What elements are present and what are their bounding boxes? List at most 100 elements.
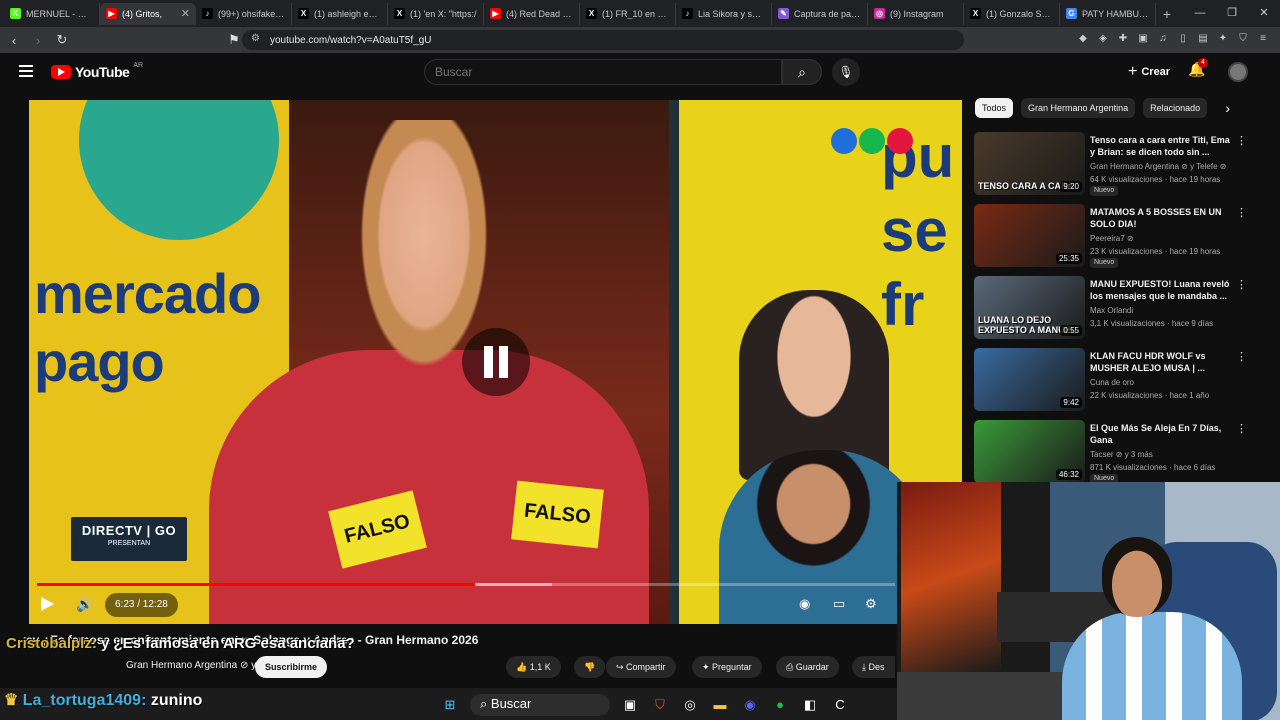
extension-icon[interactable]: ✚ (1116, 32, 1130, 46)
app-icon[interactable]: C (830, 695, 850, 715)
more-options-icon[interactable]: ⋮ (1236, 134, 1247, 147)
recommendation-channel[interactable]: Peereira7 ⊘ (1090, 234, 1134, 243)
recommendation-title[interactable]: KLAN FACU HDR WOLF vs MUSHER ALEJO MUSA … (1090, 350, 1230, 374)
autoplay-toggle-icon[interactable]: ◉ (799, 596, 810, 612)
youtube-logo[interactable]: YouTube AR (51, 62, 143, 80)
forward-icon[interactable]: › (28, 33, 48, 48)
extension-icon[interactable]: ▣ (1136, 32, 1150, 46)
recommendation-title[interactable]: El Que Más Se Aleja En 7 Días, Gana (1090, 422, 1230, 446)
wallet-icon[interactable]: ▤ (1196, 32, 1210, 46)
more-options-icon[interactable]: ⋮ (1236, 350, 1247, 363)
progress-bar[interactable] (37, 583, 895, 586)
more-options-icon[interactable]: ⋮ (1236, 206, 1247, 219)
recommendation-item[interactable]: 25:35 MATAMOS A 5 BOSSES EN UN SOLO DIA! P… (974, 204, 1254, 268)
chevron-right-icon[interactable]: › (1225, 100, 1230, 116)
discord-icon[interactable]: ◉ (740, 695, 760, 715)
browser-tab[interactable]: X (1) FR_10 en X: "( (580, 2, 676, 25)
search-button[interactable]: ⌕ (782, 59, 822, 85)
windows-start-icon[interactable]: ⊞ (440, 695, 460, 715)
subtitles-icon[interactable]: ▭ (833, 596, 845, 612)
chrome-icon[interactable]: ◎ (680, 695, 700, 715)
video-thumbnail[interactable]: 9:42 (974, 348, 1085, 411)
ai-icon[interactable]: ✦ (1216, 32, 1230, 46)
download-button[interactable]: ⤓ Des (852, 656, 895, 678)
browser-tab[interactable]: ♪ (99+) ohsifake (@ (196, 2, 292, 25)
voice-search-button[interactable]: 🎙 (832, 58, 860, 86)
video-player[interactable]: mercado pago pu se fr FALSO FALSO DIRECT… (29, 100, 962, 624)
filter-chip[interactable]: Todos (975, 98, 1014, 118)
subscribe-button[interactable]: Suscribirme (255, 656, 328, 678)
extension-icon[interactable]: ◆ (1076, 32, 1090, 46)
sidebar-icon[interactable]: ▯ (1176, 32, 1190, 46)
browser-tab[interactable]: ◎ (9) Instagram (868, 2, 964, 25)
video-thumbnail[interactable]: TENSO CARA A CARA 9:20 (974, 132, 1085, 195)
search-input[interactable] (424, 59, 782, 85)
browser-tab[interactable]: X (1) 'en X: "https:/ (388, 2, 484, 25)
recommendation-item[interactable]: LUANA LO DEJO EXPUESTO A MANUEL 0:55 MANU … (974, 276, 1254, 340)
back-icon[interactable]: ‹ (4, 33, 24, 48)
recommendation-title[interactable]: Tenso cara a cara entre Titi, Ema y Bria… (1090, 134, 1230, 158)
filter-chip[interactable]: Relacionado (1143, 98, 1208, 118)
browser-tab[interactable]: X (1) ashleigh en X (292, 2, 388, 25)
brave-icon[interactable]: ⛉ (650, 695, 670, 715)
browser-tab[interactable]: ♪ Lia Sikora y su se (676, 2, 772, 25)
save-button[interactable]: ⎙ Guardar (776, 656, 839, 678)
recommendation-stats: 22 K visualizaciones · hace 1 año (1090, 391, 1210, 400)
video-thumbnail[interactable]: 25:35 (974, 204, 1085, 267)
recommendation-channel[interactable]: Gran Hermano Argentina ⊘ y Telefe ⊘ (1090, 162, 1226, 171)
more-options-icon[interactable]: ⋮ (1236, 422, 1247, 435)
filter-chip[interactable]: Gran Hermano Argentina (1021, 98, 1136, 118)
folder-icon[interactable]: ▬ (710, 695, 730, 715)
dislike-button[interactable]: 👎 (574, 656, 606, 678)
recommendation-item[interactable]: 46:32 El Que Más Se Aleja En 7 Días, Gana… (974, 420, 1254, 482)
play-icon[interactable] (41, 597, 54, 611)
hamburger-menu-icon[interactable] (19, 65, 33, 77)
url-field[interactable]: ⚙ youtube.com/watch?v=A0atuT5f_gU (242, 30, 964, 50)
notifications-button[interactable]: 🔔 4 (1188, 58, 1208, 78)
avatar[interactable] (1228, 62, 1248, 82)
recommendation-channel[interactable]: Max Orlandi (1090, 306, 1133, 315)
close-icon[interactable]: ✕ (181, 7, 190, 20)
bookmark-icon[interactable]: ⚑ (224, 32, 244, 48)
ask-button[interactable]: ✦ Preguntar (692, 656, 762, 678)
pause-icon[interactable] (462, 328, 530, 396)
like-button[interactable]: 👍 1,1 K (506, 656, 561, 678)
capcut-icon[interactable]: ◧ (800, 695, 820, 715)
recommendation-title[interactable]: MATAMOS A 5 BOSSES EN UN SOLO DIA! (1090, 206, 1230, 230)
spotify-icon[interactable]: ● (770, 695, 790, 715)
create-button[interactable]: + Crear (1120, 61, 1178, 83)
task-view-icon[interactable]: ▣ (620, 695, 640, 715)
minimize-icon[interactable]: — (1184, 0, 1216, 27)
browser-tab[interactable]: ▶ (4) Red Dead Red (484, 2, 580, 25)
browser-tab[interactable]: X (1) Gonzalo Sotel (964, 2, 1060, 25)
kick-icon: K (10, 8, 21, 19)
site-info-icon[interactable]: ⚙ (251, 33, 260, 44)
taskbar-search[interactable]: ⌕ Buscar (470, 694, 610, 716)
menu-icon[interactable]: ≡ (1256, 32, 1270, 46)
restore-icon[interactable]: ❐ (1216, 0, 1248, 27)
recommendation-channel[interactable]: Tacser ⊘ y 3 más (1090, 450, 1153, 459)
video-thumbnail[interactable]: 46:32 (974, 420, 1085, 482)
settings-icon[interactable]: ⚙ (865, 596, 877, 612)
duration-badge: 46:32 (1055, 469, 1082, 480)
volume-icon[interactable]: 🔊 (76, 596, 93, 613)
recommendation-item[interactable]: TENSO CARA A CARA 9:20 Tenso cara a cara e… (974, 132, 1254, 196)
shield-icon[interactable]: ⛉ (1236, 32, 1250, 46)
browser-tab[interactable]: ▶ (4) Gritos, ✕ (100, 2, 196, 25)
music-icon[interactable]: ♫ (1156, 32, 1170, 46)
browser-tab[interactable]: ✎ Captura de panta (772, 2, 868, 25)
share-icon: ↪ (616, 662, 627, 672)
reload-icon[interactable]: ↻ (52, 32, 72, 48)
recommendation-item[interactable]: 9:42 KLAN FACU HDR WOLF vs MUSHER ALEJO M… (974, 348, 1254, 412)
recommendation-title[interactable]: MANU EXPUESTO! Luana reveló los mensajes… (1090, 278, 1230, 302)
recommendation-channel[interactable]: Cuna de oro (1090, 378, 1134, 387)
browser-tab[interactable]: K MERNUEL - Watc (4, 2, 100, 25)
youtube-icon: ▶ (106, 8, 117, 19)
close-icon[interactable]: ✕ (1248, 0, 1280, 27)
browser-tab[interactable]: G PATY HAMBURGU (1060, 2, 1156, 25)
new-tab-icon[interactable]: + (1156, 6, 1178, 22)
share-button[interactable]: ↪ Compartir (606, 656, 676, 678)
more-options-icon[interactable]: ⋮ (1236, 278, 1247, 291)
extension-icon[interactable]: ◈ (1096, 32, 1110, 46)
video-thumbnail[interactable]: LUANA LO DEJO EXPUESTO A MANUEL 0:55 (974, 276, 1085, 339)
